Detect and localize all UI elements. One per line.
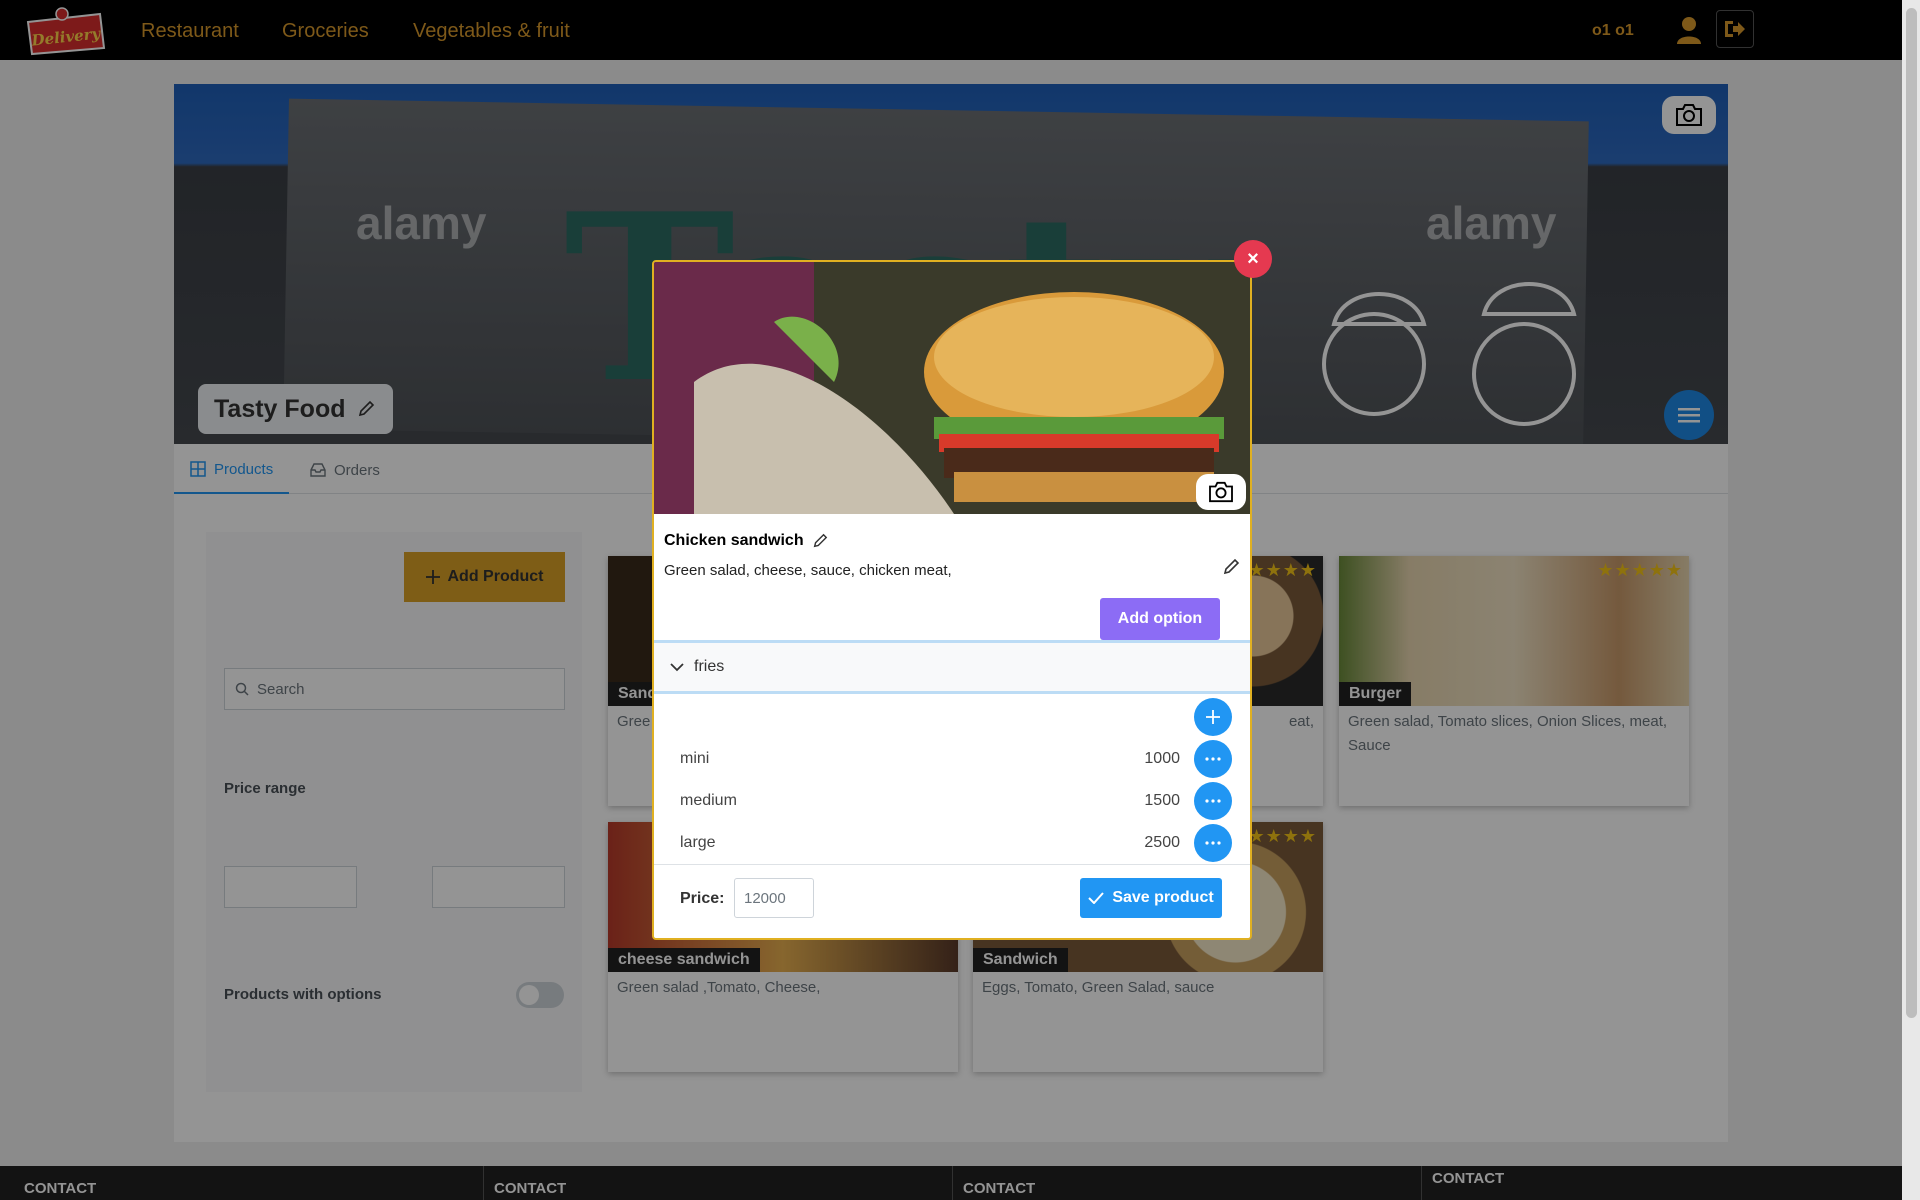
edit-description-pencil-icon[interactable] bbox=[1222, 558, 1240, 576]
product-description: Green salad, cheese, sauce, chicken meat… bbox=[664, 562, 952, 579]
modal-divider bbox=[654, 864, 1250, 865]
edit-product-modal: Chicken sandwich Green salad, cheese, sa… bbox=[652, 260, 1252, 940]
option-name: medium bbox=[680, 792, 737, 809]
option-more-button[interactable] bbox=[1194, 782, 1232, 820]
scrollbar-thumb[interactable] bbox=[1906, 8, 1917, 1018]
option-price: 2500 bbox=[1144, 834, 1180, 851]
option-price: 1000 bbox=[1144, 750, 1180, 767]
option-more-button[interactable] bbox=[1194, 824, 1232, 862]
more-dots-icon bbox=[1205, 757, 1221, 761]
add-option-button[interactable]: Add option bbox=[1100, 598, 1220, 640]
camera-icon bbox=[1209, 481, 1233, 503]
option-group-header[interactable]: fries bbox=[654, 640, 1250, 694]
option-name: mini bbox=[680, 750, 710, 767]
option-name: large bbox=[680, 834, 716, 851]
more-dots-icon bbox=[1205, 799, 1221, 803]
page-scrollbar[interactable] bbox=[1902, 0, 1920, 1200]
price-input[interactable]: 12000 bbox=[734, 878, 814, 918]
save-product-label: Save product bbox=[1112, 889, 1214, 906]
option-more-button[interactable] bbox=[1194, 740, 1232, 778]
option-group-name: fries bbox=[694, 658, 725, 675]
add-option-item-button[interactable] bbox=[1194, 698, 1232, 736]
chevron-down-icon bbox=[670, 663, 684, 672]
check-icon bbox=[1088, 892, 1105, 904]
save-product-button[interactable]: Save product bbox=[1080, 878, 1222, 918]
close-modal-button[interactable]: × bbox=[1234, 240, 1272, 278]
product-photo bbox=[654, 262, 1250, 514]
plus-icon bbox=[1206, 710, 1220, 724]
price-label: Price: bbox=[680, 890, 725, 907]
product-photo-camera-button[interactable] bbox=[1196, 474, 1246, 510]
product-name-row: Chicken sandwich bbox=[664, 532, 828, 550]
more-dots-icon bbox=[1205, 841, 1221, 845]
option-price: 1500 bbox=[1144, 792, 1180, 809]
product-name: Chicken sandwich bbox=[664, 532, 804, 549]
edit-name-pencil-icon[interactable] bbox=[812, 533, 828, 549]
